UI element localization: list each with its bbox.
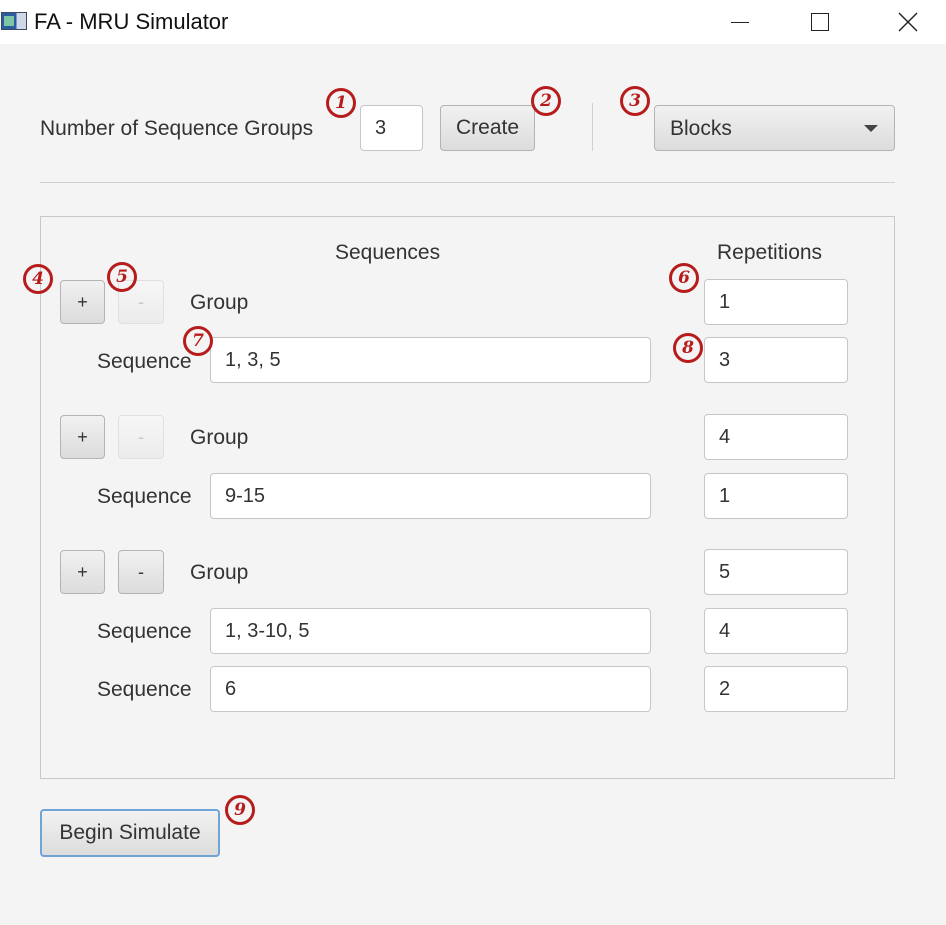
window-title: FA - MRU Simulator xyxy=(34,9,229,34)
close-button[interactable] xyxy=(878,0,938,44)
annotation-marker-1: 1 xyxy=(326,88,356,118)
sequence-input[interactable]: 1, 3-10, 5 xyxy=(210,608,651,654)
annotation-marker-6: 6 xyxy=(669,263,699,293)
minimize-button[interactable] xyxy=(710,0,770,44)
toolbar-divider xyxy=(592,103,593,151)
section-divider xyxy=(40,182,895,183)
sequence-input[interactable]: 9-15 xyxy=(210,473,651,519)
annotation-marker-5: 5 xyxy=(107,262,137,292)
annotation-marker-4: 4 xyxy=(23,264,53,294)
remove-sequence-button[interactable]: - xyxy=(118,550,164,594)
add-sequence-button[interactable]: + xyxy=(60,550,105,594)
app-window-icon xyxy=(1,12,27,30)
repetitions-header: Repetitions xyxy=(717,241,823,264)
sequence-input[interactable]: 1, 3, 5 xyxy=(210,337,651,383)
group-repetitions-input[interactable]: 5 xyxy=(704,549,848,595)
sequence-repetitions-input[interactable]: 1 xyxy=(704,473,848,519)
create-button[interactable]: Create xyxy=(440,105,535,151)
chevron-down-icon xyxy=(864,125,878,132)
maximize-icon xyxy=(811,13,829,31)
remove-sequence-button[interactable]: - xyxy=(118,415,164,459)
add-sequence-button[interactable]: + xyxy=(60,415,105,459)
sequence-label: Sequence xyxy=(97,485,192,508)
group-repetitions-input[interactable]: 4 xyxy=(704,414,848,460)
sequence-label: Sequence xyxy=(97,678,192,701)
sequence-repetitions-input[interactable]: 2 xyxy=(704,666,848,712)
annotation-marker-9: 9 xyxy=(225,795,255,825)
add-sequence-button[interactable]: + xyxy=(60,280,105,324)
group-repetitions-input[interactable]: 1 xyxy=(704,279,848,325)
annotation-marker-7: 7 xyxy=(183,326,213,356)
mode-select-value: Blocks xyxy=(670,117,732,140)
sequences-header: Sequences xyxy=(335,241,441,264)
group-label: Group xyxy=(190,291,249,314)
begin-simulate-button[interactable]: Begin Simulate xyxy=(40,809,220,857)
title-bar: FA - MRU Simulator xyxy=(0,0,946,44)
close-icon xyxy=(898,12,918,32)
maximize-button[interactable] xyxy=(790,0,850,44)
app-window: FA - MRU Simulator Number of Sequence Gr… xyxy=(0,0,946,925)
sequence-repetitions-input[interactable]: 3 xyxy=(704,337,848,383)
sequence-label: Sequence xyxy=(97,350,192,373)
annotation-marker-2: 2 xyxy=(531,86,561,116)
sequence-input[interactable]: 6 xyxy=(210,666,651,712)
annotation-marker-3: 3 xyxy=(620,86,650,116)
sequence-label: Sequence xyxy=(97,620,192,643)
groups-count-label: Number of Sequence Groups xyxy=(40,117,314,140)
minimize-icon xyxy=(731,21,749,23)
groups-count-input[interactable]: 3 xyxy=(360,105,423,151)
group-label: Group xyxy=(190,561,249,584)
sequence-repetitions-input[interactable]: 4 xyxy=(704,608,848,654)
mode-select[interactable]: Blocks xyxy=(654,105,895,151)
annotation-marker-8: 8 xyxy=(673,333,703,363)
group-label: Group xyxy=(190,426,249,449)
